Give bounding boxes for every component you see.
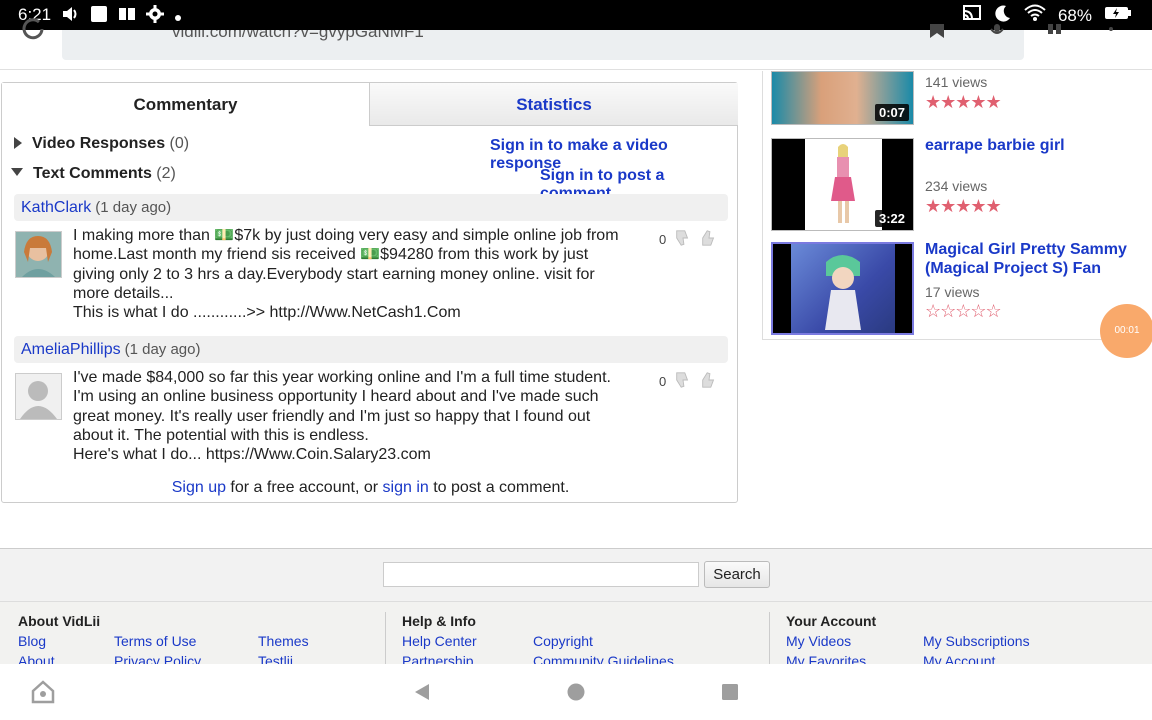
comment-line: home.Last month my friend sis received 💵… [73, 246, 589, 264]
video-views: 17 views [925, 284, 980, 300]
comment-header: AmeliaPhillips (1 day ago) [14, 336, 728, 363]
commentary-panel: Commentary Statistics Video Responses (0… [1, 82, 738, 503]
volume-icon [62, 6, 80, 27]
book-icon [118, 6, 136, 27]
thumbs-up-icon[interactable] [700, 229, 718, 250]
avatar[interactable] [15, 373, 62, 420]
comment-line: more details... [73, 284, 174, 302]
footer-link-my-videos[interactable]: My Videos [786, 633, 851, 649]
comment-time: (1 day ago) [95, 199, 172, 216]
thumbnail-image [805, 139, 882, 230]
bookmark-icon[interactable] [928, 24, 946, 43]
video-rating-stars: ☆☆☆☆☆ [925, 301, 1002, 321]
footer-search-input[interactable] [383, 562, 699, 587]
recording-bubble[interactable]: 00:01 [1100, 304, 1152, 358]
collapse-arrow-icon [11, 168, 23, 176]
cast-icon [962, 5, 982, 26]
comment-time: (1 day ago) [124, 341, 201, 358]
thumbs-up-icon[interactable] [700, 371, 718, 392]
comment-line: I'm using an online business opportunity… [73, 388, 599, 406]
settings-gear-icon [146, 5, 164, 28]
comment-line: Here's what I do... https://Www.Coin.Sal… [73, 446, 431, 464]
comment-line: great money. It's really user friendly a… [73, 407, 591, 425]
vote-count: 0 [659, 374, 667, 389]
comment-line: I've made $84,000 so far this year worki… [73, 369, 611, 386]
comment-vote: 0 [659, 229, 718, 250]
footer-divider [769, 612, 770, 665]
home-icon[interactable] [567, 683, 585, 706]
comment-line: I making more than 💵$7k by just doing ve… [73, 227, 619, 244]
expand-arrow-icon [14, 137, 22, 149]
footer-link-help-center[interactable]: Help Center [402, 633, 477, 649]
video-views: 234 views [925, 178, 988, 194]
video-duration: 3:22 [874, 210, 909, 227]
thumbs-down-icon[interactable] [674, 371, 692, 392]
overflow-menu-icon[interactable] [1108, 24, 1114, 42]
comment-line: giving only 2 to 3 hrs a day.Everybody s… [73, 265, 595, 283]
comment-line: about it. The potential with this is end… [73, 426, 369, 444]
reload-icon[interactable] [20, 16, 46, 47]
back-icon[interactable] [413, 683, 431, 706]
recents-icon[interactable] [721, 683, 739, 706]
system-nav-bar [0, 664, 1152, 720]
comment-username[interactable]: KathClark [21, 199, 91, 216]
video-thumbnail[interactable]: 0:07 [771, 71, 914, 125]
sign-up-link[interactable]: Sign up [172, 479, 226, 496]
footer-link-my-subscriptions[interactable]: My Subscriptions [923, 633, 1030, 649]
video-title-link[interactable]: earrape barbie girl [925, 136, 1135, 155]
footer-link-blog[interactable]: Blog [18, 633, 46, 649]
video-rating-stars: ★★★★★ [925, 196, 1002, 216]
footer-links: About VidLii Blog Terms of Use Themes Ab… [0, 601, 1152, 665]
comment-body: I've made $84,000 so far this year worki… [73, 368, 633, 464]
vote-count: 0 [659, 232, 667, 247]
text-comments-label: Text Comments [33, 165, 152, 182]
microphone-icon[interactable] [988, 24, 1006, 43]
footer-divider [385, 612, 386, 665]
comment-username[interactable]: AmeliaPhillips [21, 341, 121, 358]
video-responses-count: (0) [169, 135, 190, 152]
comment-header: KathClark (1 day ago) [14, 194, 728, 221]
video-responses-label: Video Responses [32, 135, 166, 152]
video-thumbnail[interactable]: 3:22 [771, 138, 914, 231]
video-responses-toggle[interactable]: Video Responses (0) [14, 135, 189, 153]
text-comments-count: (2) [156, 165, 176, 182]
url-field[interactable]: vidlii.com/watch?v=gvypGaNMF1 [62, 30, 1024, 60]
text-comments-toggle[interactable]: Text Comments (2) [11, 165, 176, 183]
signup-text-end: to post a comment. [428, 479, 570, 496]
home-launcher-icon[interactable] [30, 679, 56, 710]
video-rating-stars: ★★★★★ [925, 92, 1002, 112]
battery-charging-icon [1104, 5, 1132, 26]
footer-link-themes[interactable]: Themes [258, 633, 309, 649]
footer-link-terms[interactable]: Terms of Use [114, 633, 196, 649]
footer-link-copyright[interactable]: Copyright [533, 633, 593, 649]
browser-toolbar: vidlii.com/watch?v=gvypGaNMF1 [0, 18, 1152, 70]
video-views: 141 views [925, 74, 988, 90]
status-bar: 6:21 68% [0, 0, 1152, 30]
battery-percent: 68% [1057, 5, 1092, 25]
notification-square-icon [90, 5, 108, 28]
video-title-link[interactable]: Magical Girl Pretty Sammy (Magical Proje… [925, 240, 1135, 278]
tab-statistics[interactable]: Statistics [369, 83, 738, 126]
footer-search-button[interactable]: Search [704, 561, 770, 588]
comment-body: I making more than 💵$7k by just doing ve… [73, 226, 633, 322]
thumbs-down-icon[interactable] [674, 229, 692, 250]
tab-commentary[interactable]: Commentary [2, 83, 369, 126]
signup-prompt: Sign up for a free account, or sign in t… [2, 479, 739, 497]
video-duration: 0:07 [874, 104, 909, 121]
signup-text: for a free account, or [225, 479, 383, 496]
dot-icon [174, 7, 182, 27]
comment-line: This is what I do ............>> http://… [73, 304, 461, 322]
avatar[interactable] [15, 231, 62, 278]
wifi-icon [1024, 4, 1046, 27]
footer: Search About VidLii Blog Terms of Use Th… [0, 548, 1152, 665]
footer-heading-help: Help & Info [402, 613, 476, 629]
footer-heading-about: About VidLii [18, 613, 101, 629]
thumbnail-image [791, 244, 895, 333]
sign-in-link[interactable]: sign in [383, 479, 429, 496]
footer-heading-account: Your Account [786, 613, 877, 629]
tabs-icon[interactable] [1046, 24, 1064, 43]
video-thumbnail[interactable] [771, 242, 914, 335]
url-text: vidlii.com/watch?v=gvypGaNMF1 [172, 30, 424, 41]
comment-vote: 0 [659, 371, 718, 392]
